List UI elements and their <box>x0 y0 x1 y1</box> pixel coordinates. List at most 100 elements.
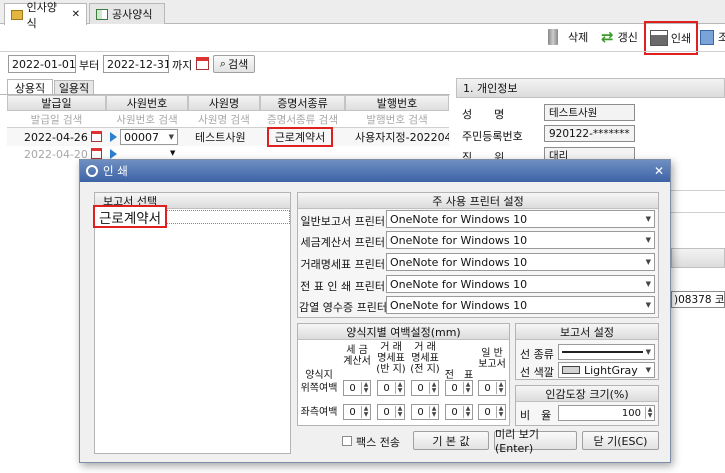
print-button[interactable]: 인쇄 <box>644 21 698 55</box>
spin-arrows-icon[interactable]: ▲ ▼ <box>361 382 370 394</box>
margin-left-tax[interactable]: 0 ▲ ▼ <box>343 404 371 420</box>
calendar-icon[interactable] <box>196 57 209 70</box>
filter-cert-type[interactable]: 증명서종류 검색 <box>260 111 345 127</box>
line-type-label: 선 종류 <box>520 348 554 361</box>
printer-select-receipt-value: OneNote for Windows 10 <box>390 298 528 312</box>
close-icon[interactable]: ✕ <box>72 9 80 20</box>
margin-top-tax[interactable]: 0 ▲ ▼ <box>343 380 371 396</box>
chevron-down-icon[interactable]: ▼ <box>643 366 651 374</box>
printer-label-statement: 거래명세표 프린터 <box>300 258 385 271</box>
tab-regular[interactable]: 상용직 <box>7 79 53 95</box>
search-icon: ⌕ <box>219 57 226 70</box>
printer-select-tax-value: OneNote for Windows 10 <box>390 233 528 247</box>
margin-col-stmt-half: 거 래 명세표 (반 지) <box>376 342 406 375</box>
tab-daily[interactable]: 일용직 <box>54 80 94 95</box>
print-dialog: 인 쇄 ✕ 보고서 선택 근로계약서 주 사용 프린터 설정 일반보고서 프린터… <box>79 159 671 463</box>
report-item[interactable]: 근로계약서 <box>93 205 167 228</box>
col-header-date[interactable]: 발급일 <box>7 95 106 111</box>
line-color-select[interactable]: LightGray ▼ <box>558 362 655 378</box>
search-button[interactable]: ⌕ 검색 <box>213 55 255 73</box>
calendar-icon[interactable] <box>91 148 102 159</box>
printer-select-statement[interactable]: OneNote for Windows 10 ▼ <box>386 253 655 271</box>
tab-hr-forms[interactable]: 인사양식 ✕ <box>4 1 87 30</box>
search-label: 검색 <box>227 58 249 71</box>
margin-top-stmt-half[interactable]: 0 ▲ ▼ <box>377 380 405 396</box>
printer-select-general-value: OneNote for Windows 10 <box>390 212 528 226</box>
report-select-group: 보고서 선택 <box>94 192 291 454</box>
spin-arrows-icon[interactable]: ▲ ▼ <box>395 382 404 394</box>
margin-left-stmt-full[interactable]: 0 ▲ ▼ <box>411 404 439 420</box>
default-button[interactable]: 기 본 값 <box>413 431 489 450</box>
filter-emp-name[interactable]: 사원명 검색 <box>188 111 260 127</box>
chevron-down-icon[interactable]: ▼ <box>643 280 651 288</box>
tab-public-forms[interactable]: 공사양식 <box>89 3 165 24</box>
row-pointer-icon <box>110 149 117 159</box>
margin-col-stmt-full: 거 래 명세표 (전 지) <box>410 342 440 375</box>
chevron-down-icon[interactable]: ▼ <box>170 149 175 157</box>
divider <box>671 212 725 213</box>
printer-select-voucher[interactable]: OneNote for Windows 10 ▼ <box>386 275 655 293</box>
margin-left-voucher-value: 0 <box>451 406 458 418</box>
filter-issue-no[interactable]: 발행번호 검색 <box>345 111 449 127</box>
refresh-button[interactable]: ⇄ 갱신 <box>601 28 638 46</box>
row-pointer-icon <box>110 132 117 142</box>
row1-emp-no[interactable]: 00007 ▼ <box>120 129 178 145</box>
margin-top-report[interactable]: 0 ▲ ▼ <box>478 380 506 396</box>
chevron-down-icon[interactable]: ▼ <box>166 133 174 141</box>
margin-left-stmt-half[interactable]: 0 ▲ ▼ <box>377 404 405 420</box>
margin-left-report-value: 0 <box>484 406 491 418</box>
filter-date[interactable]: 발급일 검색 <box>7 111 106 127</box>
spin-arrows-icon[interactable]: ▲ ▼ <box>463 406 472 418</box>
margin-top-stmt-full[interactable]: 0 ▲ ▼ <box>411 380 439 396</box>
date-from-field[interactable]: 2022-01-01▼ <box>8 55 76 73</box>
chevron-down-icon[interactable]: ▼ <box>643 301 651 309</box>
printer-select-tax[interactable]: OneNote for Windows 10 ▼ <box>386 231 655 249</box>
date-to-field[interactable]: 2022-12-31▼ <box>103 55 169 73</box>
preview-button[interactable]: 미리 보기(Enter) <box>494 428 577 455</box>
spin-arrows-icon[interactable]: ▲ ▼ <box>463 382 472 394</box>
line-type-select[interactable]: ▼ <box>558 344 655 360</box>
section-header <box>671 248 725 268</box>
col-header-emp-no[interactable]: 사원번호 <box>106 95 188 111</box>
spin-arrows-icon[interactable]: ▲ ▼ <box>496 406 505 418</box>
col-header-emp-name[interactable]: 사원명 <box>188 95 260 111</box>
delete-button[interactable]: 삭제 <box>548 28 588 46</box>
margin-left-voucher[interactable]: 0 ▲ ▼ <box>445 404 473 420</box>
chevron-down-icon[interactable]: ▼ <box>643 215 651 223</box>
delete-label: 삭제 <box>568 31 589 44</box>
spin-arrows-icon[interactable]: ▲ ▼ <box>645 407 654 419</box>
printer-select-voucher-value: OneNote for Windows 10 <box>390 277 528 291</box>
ratio-spinner[interactable]: 100 ▲ ▼ <box>558 405 655 421</box>
spin-arrows-icon[interactable]: ▲ ▼ <box>395 406 404 418</box>
printer-label-general: 일반보고서 프린터 <box>300 215 385 228</box>
spin-arrows-icon[interactable]: ▲ ▼ <box>429 406 438 418</box>
print-label: 인쇄 <box>670 32 692 45</box>
spin-arrows-icon[interactable]: ▲ ▼ <box>361 406 370 418</box>
close-icon[interactable]: ✕ <box>651 163 667 179</box>
printer-label-voucher: 전 표 인 쇄 프린터 <box>300 280 385 293</box>
col-header-issue-no[interactable]: 발행번호 <box>345 95 449 111</box>
chevron-down-icon[interactable]: ▼ <box>643 348 651 356</box>
spin-arrows-icon[interactable]: ▲ ▼ <box>429 382 438 394</box>
col-header-cert-type[interactable]: 증명서종류 <box>260 95 345 111</box>
row1-cert-type[interactable]: 근로계약서 <box>267 127 333 147</box>
chevron-down-icon[interactable]: ▼ <box>643 236 651 244</box>
grid-form-icon <box>96 8 108 20</box>
date-from-suffix: 부터 <box>79 59 100 72</box>
extra-button[interactable]: 조 <box>700 28 725 46</box>
filter-emp-no[interactable]: 사원번호 검색 <box>106 111 188 127</box>
fax-checkbox[interactable] <box>342 436 352 446</box>
printer-label-tax: 세금계산서 프린터 <box>300 236 385 249</box>
margin-col-report: 일 반 보고서 <box>478 348 506 370</box>
margin-top-voucher[interactable]: 0 ▲ ▼ <box>445 380 473 396</box>
tab-public-forms-label: 공사양식 <box>112 8 153 21</box>
printer-select-receipt[interactable]: OneNote for Windows 10 ▼ <box>386 296 655 314</box>
spin-arrows-icon[interactable]: ▲ ▼ <box>496 382 505 394</box>
printer-select-general[interactable]: OneNote for Windows 10 ▼ <box>386 210 655 228</box>
calendar-icon[interactable] <box>91 131 102 142</box>
chevron-down-icon[interactable]: ▼ <box>643 258 651 266</box>
margin-left-report[interactable]: 0 ▲ ▼ <box>478 404 506 420</box>
close-button[interactable]: 닫 기(ESC) <box>582 431 659 450</box>
value-resident-no: 920122-******* <box>544 125 635 142</box>
extra-label: 조 <box>718 31 725 44</box>
